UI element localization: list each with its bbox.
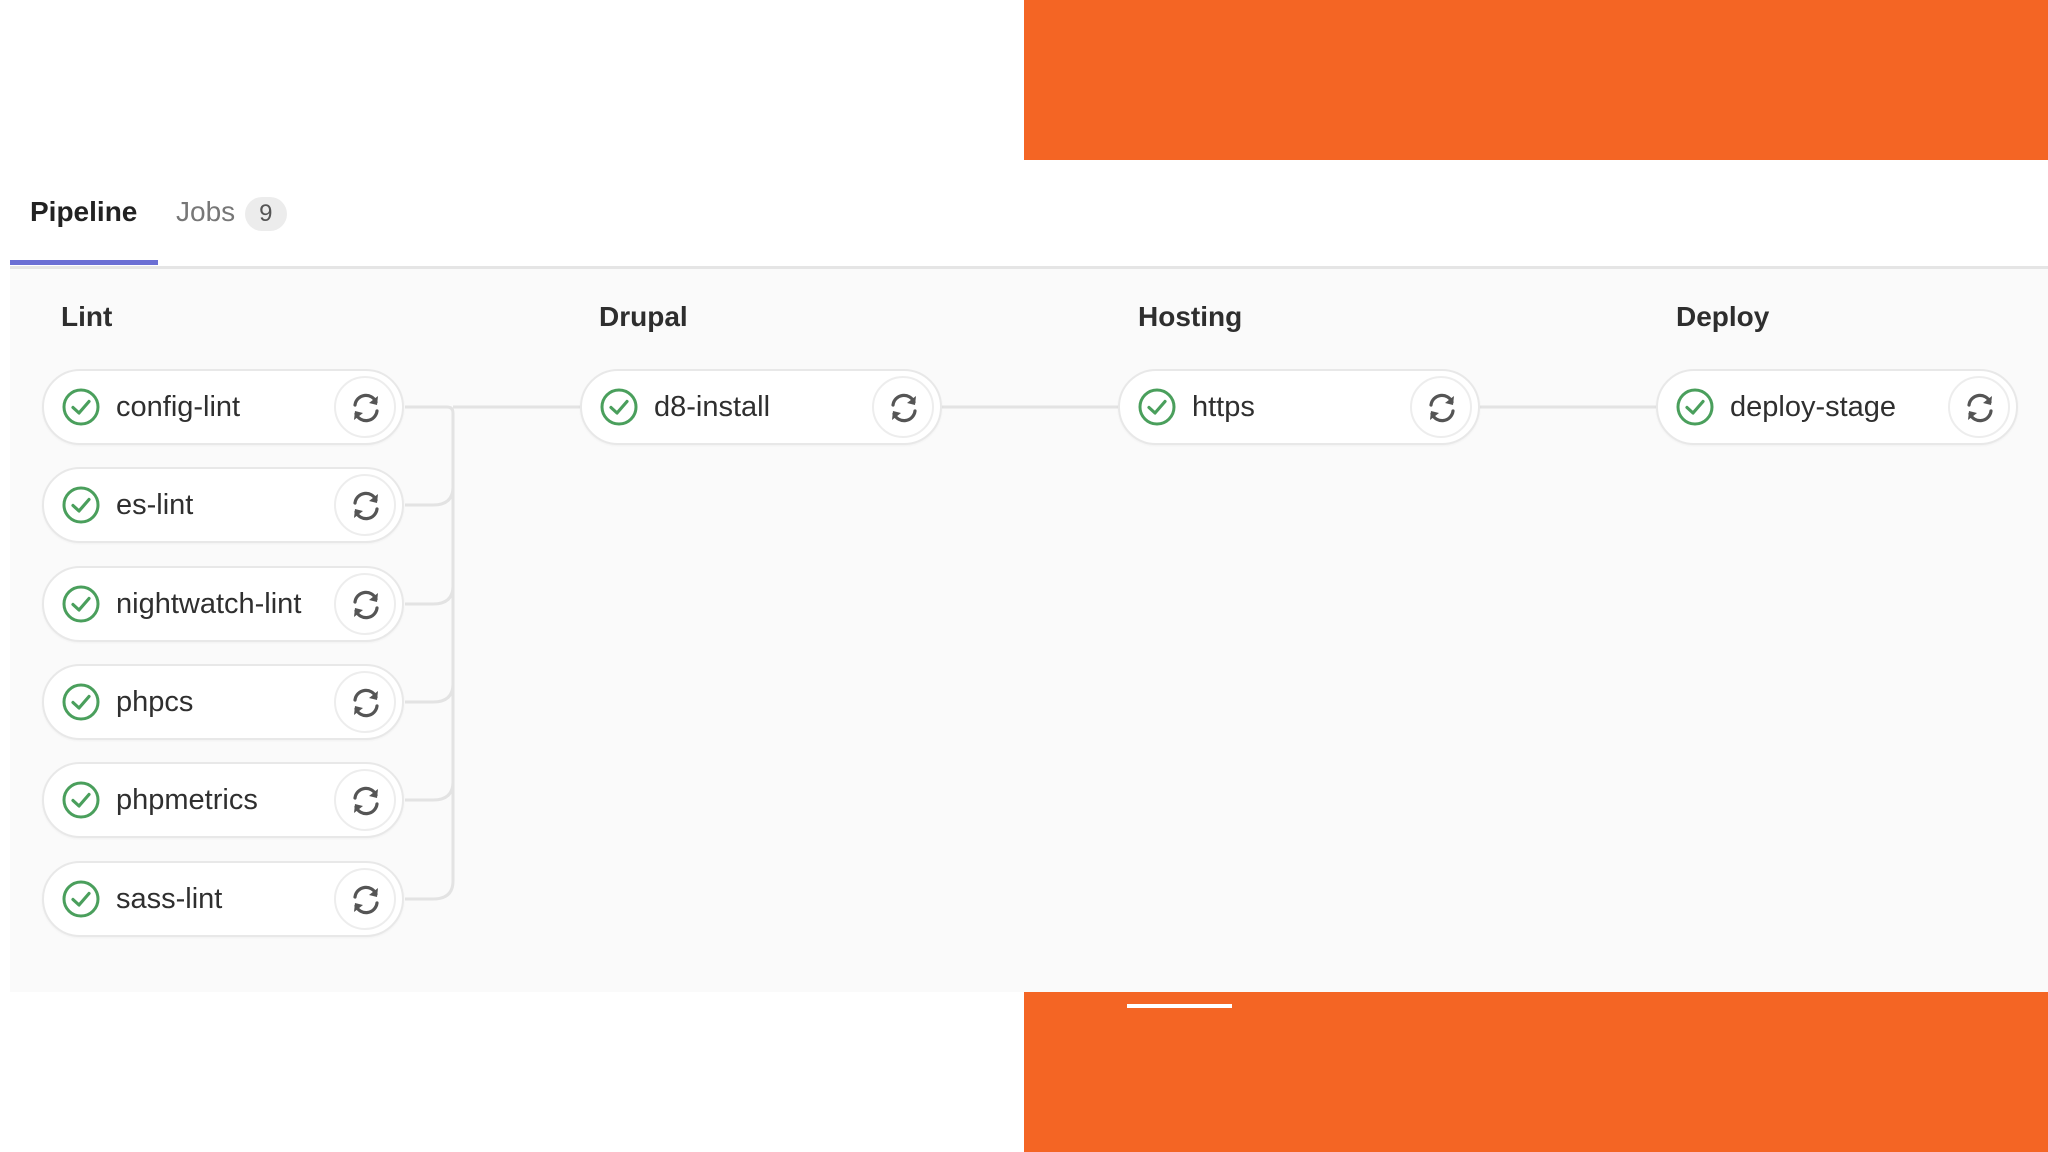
retry-button[interactable]	[334, 769, 396, 831]
check-circle-icon	[62, 585, 100, 623]
job-sass-lint[interactable]: sass-lint	[42, 861, 404, 937]
check-circle-icon	[62, 388, 100, 426]
job-name: phpcs	[116, 686, 194, 718]
retry-button[interactable]	[334, 671, 396, 733]
job-name: nightwatch-lint	[116, 588, 302, 620]
job-name: https	[1192, 391, 1255, 423]
stage-title-deploy: Deploy	[1676, 301, 1770, 332]
job-phpcs[interactable]: phpcs	[42, 664, 404, 740]
job-name: d8-install	[654, 391, 771, 423]
retry-icon	[353, 590, 379, 620]
orange-banner-top	[1024, 0, 2048, 160]
stage-title-lint: Lint	[61, 301, 113, 332]
tab-pipeline[interactable]: Pipeline	[30, 196, 137, 228]
retry-icon	[353, 393, 379, 423]
check-circle-icon	[62, 486, 100, 524]
retry-icon	[891, 393, 917, 423]
retry-button[interactable]	[872, 376, 934, 438]
pipeline-graph: Lint Drupal Hosting Deploy config-lint e…	[10, 269, 2048, 992]
jobs-count-badge: 9	[245, 196, 287, 231]
job-name: sass-lint	[116, 883, 223, 915]
retry-button[interactable]	[334, 573, 396, 635]
retry-icon	[353, 491, 379, 521]
retry-button[interactable]	[334, 868, 396, 930]
stage-title-hosting: Hosting	[1138, 301, 1243, 332]
job-name: config-lint	[116, 391, 241, 423]
retry-button[interactable]	[1948, 376, 2010, 438]
job-es-lint[interactable]: es-lint	[42, 467, 404, 543]
check-circle-icon	[600, 388, 638, 426]
tab-jobs-label: Jobs	[176, 196, 236, 227]
check-circle-icon	[62, 880, 100, 918]
retry-icon	[1967, 393, 1993, 423]
job-name: deploy-stage	[1730, 391, 1897, 423]
job-name: phpmetrics	[116, 784, 258, 816]
job-phpmetrics[interactable]: phpmetrics	[42, 762, 404, 838]
job-deploy-stage[interactable]: deploy-stage	[1656, 369, 2018, 445]
job-nightwatch-lint[interactable]: nightwatch-lint	[42, 566, 404, 642]
orange-banner-accent-line	[1127, 1004, 1232, 1008]
retry-icon	[353, 885, 379, 915]
retry-icon	[353, 786, 379, 816]
check-circle-icon	[62, 683, 100, 721]
tab-pipeline-label: Pipeline	[30, 196, 138, 227]
orange-banner-bottom	[1024, 992, 2048, 1152]
retry-button[interactable]	[334, 474, 396, 536]
retry-icon	[1429, 393, 1455, 423]
tab-jobs[interactable]: Jobs 9	[176, 196, 287, 231]
job-https[interactable]: https	[1118, 369, 1480, 445]
check-circle-icon	[1138, 388, 1176, 426]
job-config-lint[interactable]: config-lint	[42, 369, 404, 445]
pipeline-tabs: Pipeline Jobs 9	[10, 160, 2048, 269]
retry-button[interactable]	[1410, 376, 1472, 438]
retry-button[interactable]	[334, 376, 396, 438]
check-circle-icon	[62, 781, 100, 819]
tab-active-underline	[10, 260, 158, 265]
job-d8-install[interactable]: d8-install	[580, 369, 942, 445]
retry-icon	[353, 688, 379, 718]
stage-title-drupal: Drupal	[599, 301, 688, 332]
check-circle-icon	[1676, 388, 1714, 426]
job-name: es-lint	[116, 489, 194, 521]
